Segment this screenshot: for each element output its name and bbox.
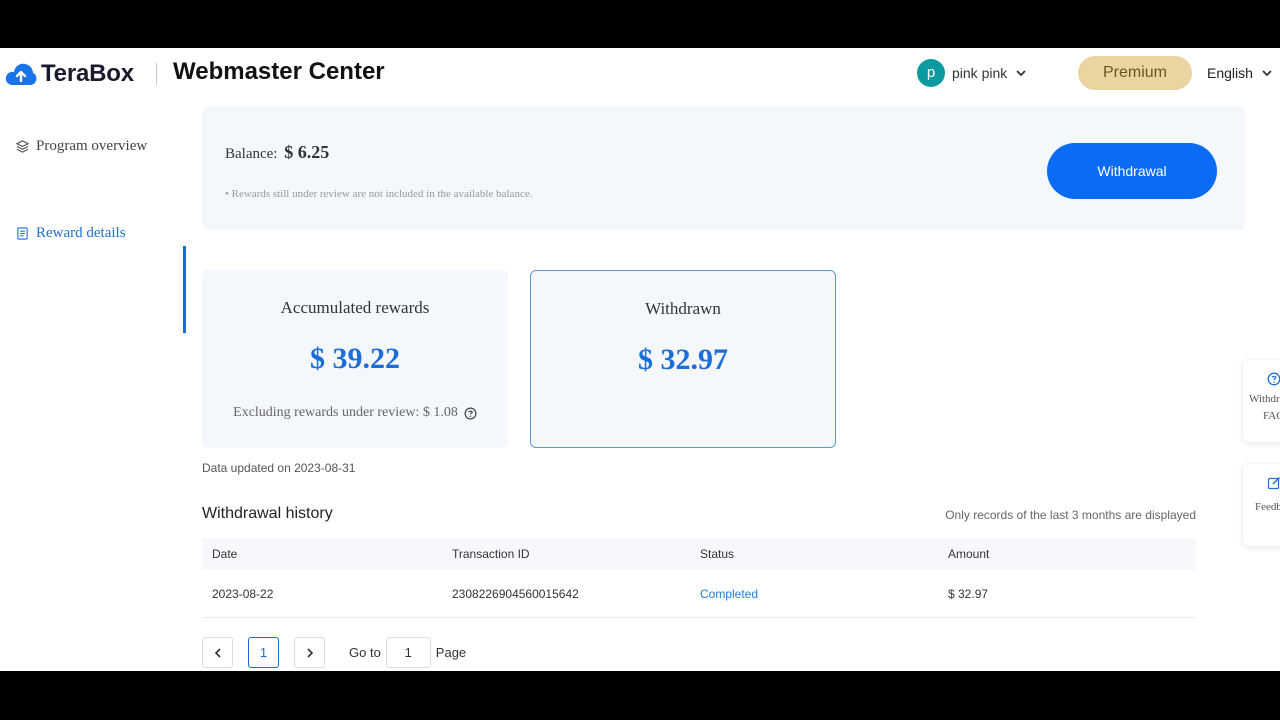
- chevron-down-icon: [1262, 70, 1272, 77]
- logo-text: TeraBox: [41, 60, 134, 87]
- top-header: TeraBox Webmaster Center p pink pink Pre…: [0, 48, 1280, 100]
- page-title: Webmaster Center: [173, 58, 385, 85]
- cell-date: 2023-08-22: [212, 586, 274, 601]
- column-header-date: Date: [212, 547, 238, 561]
- active-indicator: [183, 246, 186, 333]
- language-label: English: [1207, 65, 1253, 81]
- balance-label-row: Balance: $ 6.25: [225, 142, 329, 163]
- cell-transaction-id: 2308226904560015642: [452, 586, 579, 601]
- chevron-down-icon: [1016, 70, 1026, 77]
- terabox-logo[interactable]: TeraBox: [5, 60, 134, 88]
- stat-value: $ 39.22: [310, 342, 400, 375]
- sidebar-item-label: Program overview: [36, 138, 148, 154]
- balance-card: Balance: $ 6.25 • Rewards still under re…: [202, 106, 1245, 230]
- user-name: pink pink: [952, 65, 1008, 81]
- balance-label: Balance:: [225, 146, 278, 162]
- balance-value: $ 6.25: [284, 142, 330, 162]
- stat-title: Withdrawn: [645, 299, 721, 318]
- goto-label: Go to: [349, 645, 381, 660]
- under-review-text: Excluding rewards under review: $ 1.08: [233, 405, 458, 420]
- language-selector[interactable]: English: [1207, 65, 1273, 81]
- page-label: Page: [435, 645, 467, 660]
- next-page-button[interactable]: [294, 637, 325, 668]
- user-menu[interactable]: p pink pink: [917, 59, 1027, 87]
- help-circle-icon: [1267, 372, 1280, 386]
- stat-subtext: Excluding rewards under review: $ 1.08: [202, 405, 508, 421]
- document-icon: [17, 227, 28, 240]
- chevron-left-icon: [214, 647, 221, 658]
- withdrawal-history-title: Withdrawal history: [202, 505, 333, 522]
- feedback-text: Feedb: [1255, 501, 1280, 513]
- edit-icon: [1267, 477, 1280, 490]
- feedback-widget[interactable]: Feedb: [1243, 464, 1280, 546]
- faq-text-line-2: FAQ: [1263, 410, 1280, 422]
- stat-value: $ 32.97: [638, 343, 728, 376]
- balance-note: • Rewards still under review are not inc…: [225, 188, 533, 200]
- column-header-status: Status: [700, 547, 735, 561]
- pagination: 1 Go to Page: [202, 637, 466, 668]
- premium-button[interactable]: Premium: [1078, 56, 1192, 90]
- sidebar: Program overview Reward details: [0, 104, 187, 671]
- prev-page-button[interactable]: [202, 637, 233, 668]
- layers-icon: [16, 140, 29, 153]
- page-number-button[interactable]: 1: [248, 637, 279, 668]
- column-header-amount: Amount: [948, 547, 990, 561]
- table-row: 2023-08-22 2308226904560015642 Completed…: [202, 570, 1196, 618]
- cloud-logo-icon: [5, 63, 37, 85]
- header-divider: [156, 63, 157, 85]
- avatar: p: [917, 59, 945, 87]
- history-note: Only records of the last 3 months are di…: [945, 508, 1196, 522]
- stat-title: Accumulated rewards: [280, 298, 430, 317]
- faq-text-line-1: Withdr: [1249, 393, 1280, 405]
- app-window: TeraBox Webmaster Center p pink pink Pre…: [0, 48, 1280, 671]
- goto-page-input[interactable]: [385, 637, 431, 668]
- withdrawn-card[interactable]: Withdrawn $ 32.97: [530, 270, 836, 448]
- main-content: Balance: $ 6.25 • Rewards still under re…: [187, 100, 1247, 671]
- column-header-transaction-id: Transaction ID: [452, 547, 530, 561]
- sidebar-item-program-overview[interactable]: Program overview: [16, 138, 147, 155]
- cell-status: Completed: [700, 586, 759, 601]
- sidebar-item-label: Reward details: [36, 225, 126, 241]
- help-circle-icon[interactable]: [464, 407, 477, 420]
- chevron-right-icon: [306, 647, 313, 658]
- withdrawal-history-table: Date Transaction ID Status Amount 2023-0…: [202, 538, 1196, 618]
- withdrawal-faq-widget[interactable]: Withdr FAQ: [1243, 360, 1280, 442]
- sidebar-item-reward-details[interactable]: Reward details: [16, 225, 126, 242]
- data-updated-text: Data updated on 2023-08-31: [202, 461, 356, 475]
- accumulated-rewards-card[interactable]: Accumulated rewards $ 39.22 Excluding re…: [202, 270, 508, 448]
- cell-amount: $ 32.97: [948, 586, 989, 601]
- withdrawal-button[interactable]: Withdrawal: [1047, 143, 1217, 199]
- table-header: Date Transaction ID Status Amount: [202, 538, 1196, 570]
